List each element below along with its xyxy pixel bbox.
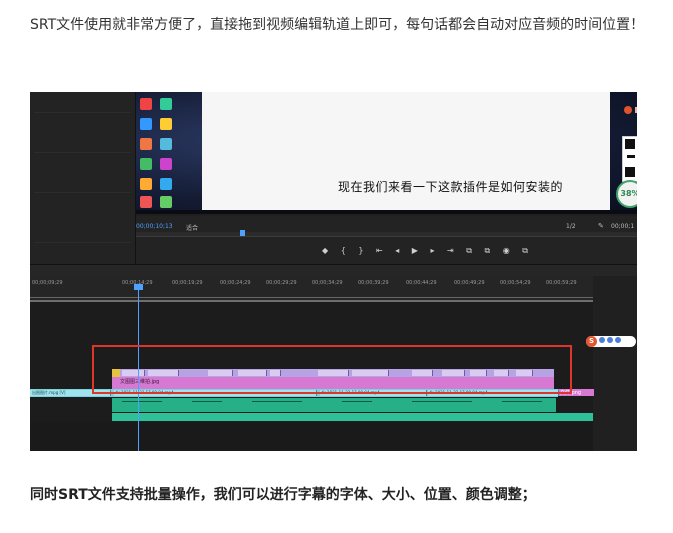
resolution-dropdown[interactable]: 1/2 <box>566 223 576 230</box>
video-caption: 现在我们来看一下这款插件是如何安装的 <box>338 180 564 194</box>
transport-controls[interactable]: ◆ { } ⇤ ◂ ▶ ▸ ⇥ ⧉ ⧉ ◉ ⧉ <box>322 246 533 256</box>
ruler-tick: 00;00;59;29 <box>546 280 577 286</box>
ruler-tick: 00;00;54;29 <box>500 280 531 286</box>
ruler-tick: 00;00;29;29 <box>266 280 297 286</box>
program-monitor[interactable]: 现在我们来看一下这款插件是如何安装的 38% <box>136 92 637 214</box>
desktop-icons <box>138 96 182 211</box>
timeline-empty-area <box>30 422 593 451</box>
taskbar <box>136 210 637 214</box>
monitor-scrubber[interactable] <box>136 232 637 237</box>
floating-toolbar[interactable]: S <box>586 336 636 347</box>
audio-track-a1[interactable] <box>112 398 556 412</box>
ruler-tick: 00;00;44;29 <box>406 280 437 286</box>
circle-icon[interactable] <box>607 337 613 343</box>
timeline-ruler[interactable]: 00;00;09;29 00;00;14;29 00;00;19;29 00;0… <box>30 276 593 301</box>
article-paragraph-2: 同时SRT文件支持批量操作，我们可以进行字幕的字体、大小、位置、颜色调整； <box>30 487 536 503</box>
qr-code-icon <box>622 136 637 182</box>
circle-icon[interactable] <box>615 337 621 343</box>
audio-track-a2[interactable] <box>112 413 593 421</box>
circle-icon[interactable] <box>599 337 605 343</box>
ruler-tick: 00;00;09;29 <box>32 280 63 286</box>
project-panel <box>30 92 136 264</box>
timeline-scrollbar[interactable] <box>593 276 637 451</box>
monitor-controls: 00;00;10;13 适合 1/2 ✎ 00;00;1 ◆ { } ⇤ ◂ ▶… <box>136 216 637 264</box>
video-slide: 现在我们来看一下这款插件是如何安装的 <box>202 92 637 210</box>
s-logo-icon[interactable]: S <box>586 336 597 347</box>
article-paragraph-1: SRT文件使用就非常方便了，直接拖到视频编辑轨道上即可，每句话都会自动对应音频的… <box>30 17 645 33</box>
monitor-playhead[interactable] <box>240 230 245 236</box>
selection-highlight-box <box>92 345 572 394</box>
percent-badge: 38% <box>616 180 637 208</box>
end-timecode: 00;00;1 <box>611 223 635 230</box>
ruler-tick: 00;00;39;29 <box>358 280 389 286</box>
timecode-display[interactable]: 00;00;10;13 <box>136 223 173 230</box>
ruler-tick: 00;00;34;29 <box>312 280 343 286</box>
wrench-icon[interactable]: ✎ <box>598 222 604 230</box>
ruler-tick: 00;00;24;29 <box>220 280 251 286</box>
premiere-screenshot: 现在我们来看一下这款插件是如何安装的 38% 00;00;10;13 适合 1/… <box>30 92 637 451</box>
ruler-tick: 00;00;19;29 <box>172 280 203 286</box>
zoom-fit-dropdown[interactable]: 适合 <box>186 223 198 232</box>
ruler-tick: 00;00;49;29 <box>454 280 485 286</box>
brand-logo <box>624 106 637 114</box>
